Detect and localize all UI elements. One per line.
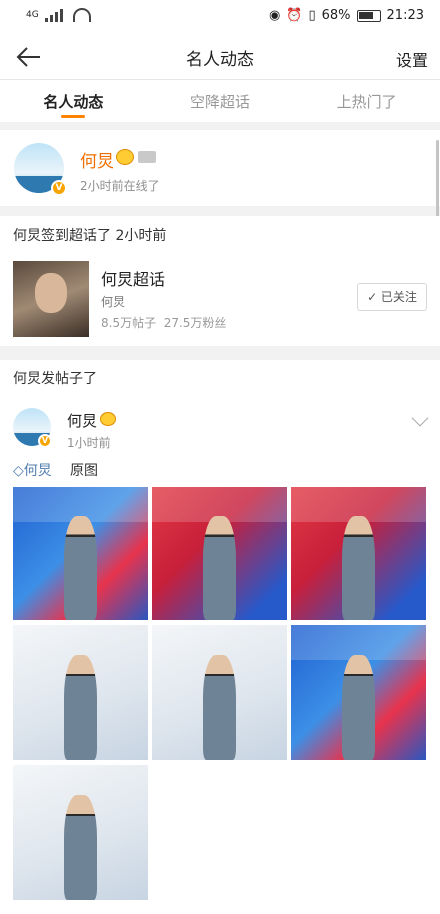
status-bar: 4G ◉ ⏰ ▯ 68% 21:23: [0, 0, 440, 34]
topic-diamond-icon: ◇: [13, 463, 24, 479]
post-time: 1小时前: [67, 436, 111, 450]
supertopic-card[interactable]: 何炅超话 何炅 8.5万帖子 27.5万粉丝 ✓ 已关注: [0, 250, 440, 346]
vibrate-icon: ▯: [308, 8, 316, 23]
tab-label: 名人动态: [43, 93, 104, 111]
tab-trending[interactable]: 上热门了: [293, 80, 440, 122]
post-author-name[interactable]: 何炅: [67, 410, 97, 431]
badge-icon: [138, 151, 156, 163]
verified-icon: V: [51, 180, 67, 196]
verified-icon: V: [38, 434, 52, 448]
settings-button[interactable]: 设置: [396, 47, 428, 71]
post-header: 何炅发帖子了: [0, 360, 440, 394]
clock: 21:23: [386, 8, 424, 23]
supertopic-host: 何炅: [101, 295, 126, 309]
checkin-header: 何炅签到超话了 2小时前: [0, 216, 440, 250]
wifi-icon: [72, 8, 91, 22]
post-photo[interactable]: [291, 487, 426, 620]
post-photo[interactable]: [13, 625, 148, 760]
tab-active-indicator: [61, 115, 86, 118]
signal-icon: [44, 8, 67, 22]
page-title: 名人动态: [186, 50, 254, 70]
online-status: 2小时前在线了: [80, 179, 160, 193]
tab-celebrity-news[interactable]: 名人动态: [0, 80, 147, 122]
post-photo[interactable]: [152, 487, 287, 620]
post-photo[interactable]: [13, 765, 148, 900]
signal-label: 4G: [26, 10, 39, 20]
top-navbar: 名人动态 设置: [0, 34, 440, 80]
post-content: 原图: [70, 463, 98, 479]
supertopic-name[interactable]: 何炅超话: [101, 266, 165, 290]
tab-airdrop-topic[interactable]: 空降超话: [147, 80, 294, 122]
alarm-icon: ⏰: [286, 8, 303, 23]
chevron-down-icon[interactable]: [411, 409, 429, 427]
crown-icon: [100, 412, 116, 426]
post-topic-label: 何炅: [23, 463, 52, 479]
post-photo[interactable]: [152, 625, 287, 760]
post-topic-link[interactable]: ◇何炅: [13, 460, 52, 480]
crown-icon: [116, 149, 134, 165]
post-photo[interactable]: [13, 487, 148, 620]
battery-percent: 68%: [321, 8, 351, 23]
tab-bar: 名人动态 空降超话 上热门了: [0, 80, 440, 122]
post-card[interactable]: V 何炅 1小时前 ◇何炅 原图: [0, 394, 440, 914]
tab-label: 空降超话: [190, 93, 251, 111]
eye-icon: ◉: [268, 8, 281, 23]
celebrity-card[interactable]: V 何炅 2小时前在线了: [0, 130, 440, 206]
supertopic-stats: 8.5万帖子 27.5万粉丝: [101, 316, 227, 330]
celebrity-name[interactable]: 何炅: [80, 147, 114, 172]
watermark: @张瑞xx: [377, 893, 428, 907]
tab-label: 上热门了: [336, 93, 397, 111]
supertopic-image[interactable]: [13, 261, 89, 337]
followed-button[interactable]: ✓ 已关注: [357, 283, 427, 311]
battery-icon: [356, 9, 381, 22]
post-photo[interactable]: [291, 625, 426, 760]
